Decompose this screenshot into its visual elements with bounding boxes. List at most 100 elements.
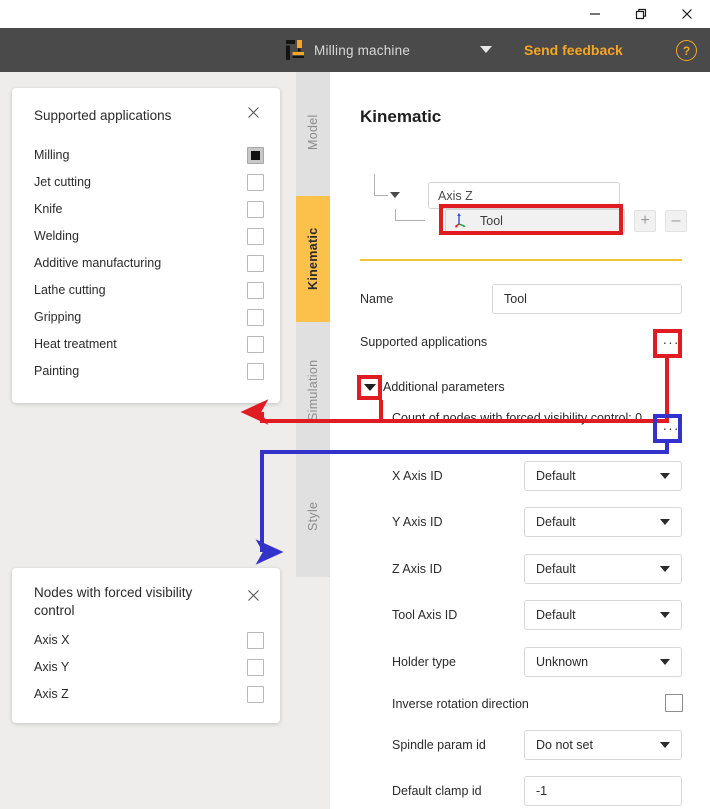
- field-label-additional-parameters: Additional parameters: [383, 380, 505, 394]
- tool-axis-id-select[interactable]: Default: [524, 600, 682, 630]
- y-axis-id-value: Default: [536, 515, 576, 529]
- spindle-param-id-value: Do not set: [536, 738, 593, 752]
- field-row-supported-applications: Supported applications ···: [360, 331, 682, 353]
- send-feedback-link[interactable]: Send feedback: [524, 28, 623, 72]
- field-row-count-of-nodes: Count of nodes with forced visibility co…: [360, 410, 682, 446]
- tab-simulation[interactable]: Simulation: [296, 340, 330, 440]
- field-row-holder-type: Holder type Unknown: [360, 647, 682, 677]
- inverse-rotation-checkbox[interactable]: [665, 694, 683, 712]
- app-checkbox-lathe-cutting[interactable]: [247, 281, 264, 299]
- tree-parent-input[interactable]: Axis Z: [428, 182, 620, 209]
- x-axis-id-value: Default: [536, 469, 576, 483]
- field-row-y-axis-id: Y Axis ID Default: [360, 507, 682, 537]
- chevron-down-icon: [660, 473, 670, 479]
- add-node-button[interactable]: +: [634, 210, 656, 232]
- y-axis-id-select[interactable]: Default: [524, 507, 682, 537]
- app-checkbox-knife[interactable]: [247, 200, 264, 218]
- list-item[interactable]: Milling: [34, 144, 264, 166]
- tab-style[interactable]: Style: [296, 482, 330, 550]
- app-label: Lathe cutting: [34, 283, 106, 297]
- app-checkbox-additive-manufacturing[interactable]: [247, 254, 264, 272]
- node-label: Axis Z: [34, 687, 69, 701]
- kinematic-tree: Axis Z Tool + –: [360, 170, 690, 240]
- milling-machine-icon: [286, 40, 304, 60]
- list-item[interactable]: Axis Z: [34, 683, 264, 705]
- app-label: Heat treatment: [34, 337, 117, 351]
- default-clamp-id-input[interactable]: -1: [524, 776, 682, 806]
- chevron-down-icon[interactable]: [390, 192, 400, 198]
- supported-applications-dots[interactable]: ···: [660, 331, 682, 353]
- close-button[interactable]: [664, 0, 710, 28]
- list-item[interactable]: Jet cutting: [34, 171, 264, 193]
- chevron-down-icon: [660, 566, 670, 572]
- field-label-x-axis-id: X Axis ID: [392, 469, 443, 483]
- chevron-down-icon: [660, 519, 670, 525]
- field-label-name: Name: [360, 292, 394, 306]
- app-header: Milling machine Send feedback ?: [0, 28, 710, 72]
- restore-icon: [635, 8, 647, 20]
- app-checkbox-welding[interactable]: [247, 227, 264, 245]
- list-item[interactable]: Axis X: [34, 629, 264, 651]
- list-item[interactable]: Lathe cutting: [34, 279, 264, 301]
- help-icon[interactable]: ?: [676, 40, 697, 61]
- machine-selector[interactable]: Milling machine: [286, 28, 410, 72]
- app-label: Gripping: [34, 310, 82, 324]
- chevron-down-icon: [660, 659, 670, 665]
- node-checkbox-axis-x[interactable]: [247, 631, 264, 649]
- node-checkbox-axis-y[interactable]: [247, 658, 264, 676]
- field-row-tool-axis-id: Tool Axis ID Default: [360, 600, 682, 630]
- chevron-down-icon[interactable]: [480, 46, 492, 53]
- list-item[interactable]: Gripping: [34, 306, 264, 328]
- z-axis-id-select[interactable]: Default: [524, 554, 682, 584]
- nodes-with-forced-visibility-panel: Nodes with forced visibility control Axi…: [12, 568, 280, 723]
- additional-parameters-disclosure[interactable]: [364, 384, 376, 391]
- list-item[interactable]: Knife: [34, 198, 264, 220]
- section-divider: [360, 259, 682, 261]
- x-axis-id-select[interactable]: Default: [524, 461, 682, 491]
- app-label: Additive manufacturing: [34, 256, 162, 270]
- restore-button[interactable]: [618, 0, 664, 28]
- tab-kinematic[interactable]: Kinematic: [296, 196, 330, 322]
- field-label-holder-type: Holder type: [392, 655, 456, 669]
- spindle-param-id-select[interactable]: Do not set: [524, 730, 682, 760]
- visibility-panel-title: Nodes with forced visibility control: [34, 585, 193, 618]
- close-icon: [682, 9, 692, 19]
- remove-node-button[interactable]: –: [665, 210, 687, 232]
- list-item[interactable]: Additive manufacturing: [34, 252, 264, 274]
- close-icon[interactable]: [247, 106, 260, 124]
- app-label: Painting: [34, 364, 80, 378]
- app-checkbox-gripping[interactable]: [247, 308, 264, 326]
- app-checkbox-jet-cutting[interactable]: [247, 173, 264, 191]
- tool-axis-id-value: Default: [536, 608, 576, 622]
- tree-connector: [374, 174, 388, 196]
- tool-tree-node[interactable]: Tool: [445, 209, 625, 233]
- list-item[interactable]: Welding: [34, 225, 264, 247]
- app-checkbox-heat-treatment[interactable]: [247, 335, 264, 353]
- list-item[interactable]: Heat treatment: [34, 333, 264, 355]
- holder-type-select[interactable]: Unknown: [524, 647, 682, 677]
- app-label: Jet cutting: [34, 175, 91, 189]
- node-label: Axis X: [34, 633, 70, 647]
- app-checkbox-painting[interactable]: [247, 362, 264, 380]
- app-label: Knife: [34, 202, 63, 216]
- minimize-button[interactable]: [572, 0, 618, 28]
- field-label-y-axis-id: Y Axis ID: [392, 515, 443, 529]
- name-input[interactable]: Tool: [492, 284, 682, 314]
- list-item[interactable]: Axis Y: [34, 656, 264, 678]
- field-row-x-axis-id: X Axis ID Default: [360, 461, 682, 491]
- count-of-nodes-dots[interactable]: ···: [660, 417, 682, 439]
- app-label: Welding: [34, 229, 79, 243]
- vertical-tabstrip-tail: [296, 577, 330, 809]
- supported-applications-panel: Supported applications Milling Jet cutti…: [12, 88, 280, 403]
- page-title: Kinematic: [360, 107, 442, 126]
- field-label-spindle-param-id: Spindle param id: [392, 738, 486, 752]
- field-label-count-of-nodes: Count of nodes with forced visibility co…: [392, 411, 643, 425]
- list-item[interactable]: Painting: [34, 360, 264, 382]
- axis-triad-icon: [454, 212, 470, 231]
- chevron-down-icon: [660, 612, 670, 618]
- field-label-inverse-rotation: Inverse rotation direction: [392, 697, 529, 711]
- node-checkbox-axis-z[interactable]: [247, 685, 264, 703]
- tab-model[interactable]: Model: [296, 90, 330, 175]
- app-checkbox-milling[interactable]: [247, 146, 264, 164]
- close-icon[interactable]: [247, 589, 260, 607]
